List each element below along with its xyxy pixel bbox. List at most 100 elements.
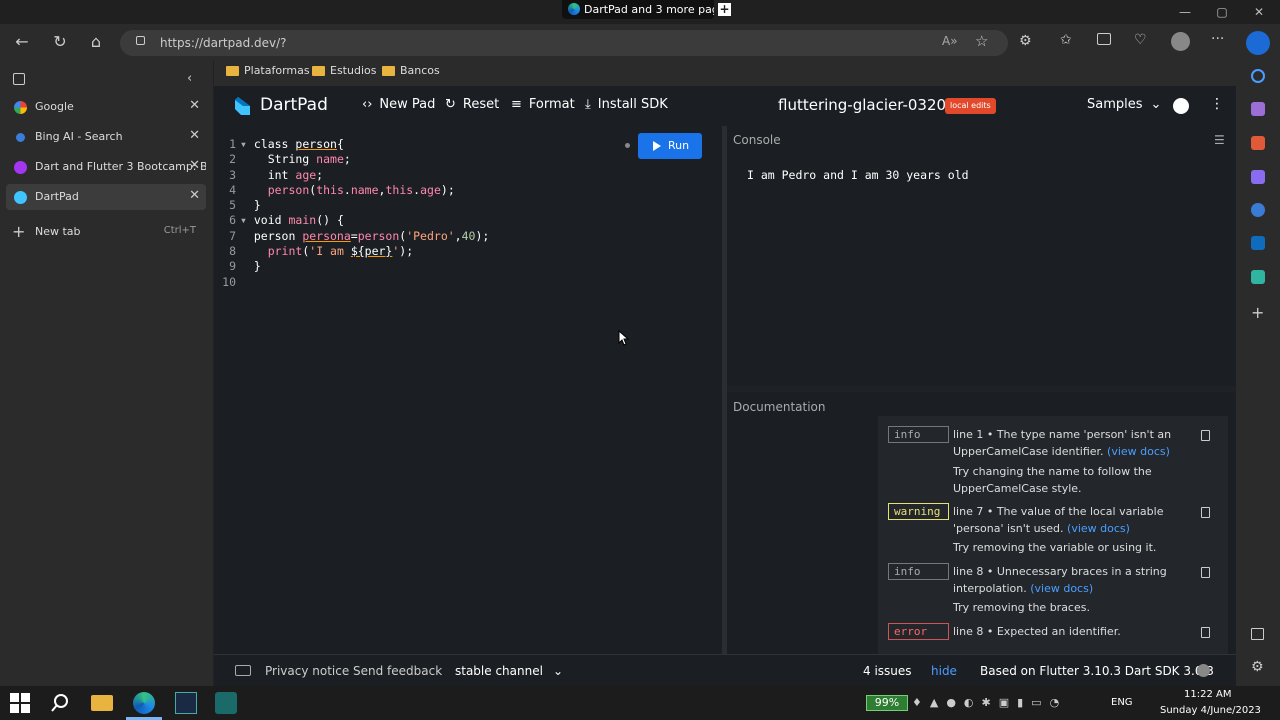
code-line[interactable]: 9 } xyxy=(218,259,261,274)
view-docs-link[interactable]: (view docs) xyxy=(1107,445,1170,458)
read-aloud-icon[interactable]: A» xyxy=(942,34,958,48)
outlook-icon[interactable] xyxy=(1251,236,1265,250)
format-button[interactable]: ≡ Format xyxy=(511,97,575,112)
dart-app-icon[interactable] xyxy=(215,692,237,714)
close-tab-icon[interactable]: ✕ xyxy=(189,98,200,113)
copy-icon[interactable] xyxy=(1201,507,1210,518)
issue-tag: info xyxy=(888,426,949,443)
github-icon[interactable] xyxy=(1173,98,1189,114)
code-line[interactable]: 3 int age; xyxy=(218,168,323,183)
url-text[interactable]: https://dartpad.dev/? xyxy=(160,36,287,50)
view-docs-link[interactable]: (view docs) xyxy=(1067,522,1130,535)
edge-icon xyxy=(568,3,580,15)
add-sidebar-app-icon[interactable]: + xyxy=(1251,303,1264,322)
shopping-icon[interactable] xyxy=(1251,102,1265,116)
privacy-notice-link[interactable]: Privacy notice xyxy=(265,664,349,678)
copy-icon[interactable] xyxy=(1201,627,1210,638)
close-tab-icon[interactable]: ✕ xyxy=(189,188,200,203)
tab-dartpad[interactable]: DartPad ✕ xyxy=(6,184,206,210)
reset-icon: ↻ xyxy=(445,97,456,112)
code-editor[interactable] xyxy=(214,126,722,654)
active-window-tab[interactable]: DartPad and 3 more pages ... xyxy=(562,0,714,19)
copy-icon[interactable] xyxy=(1201,567,1210,578)
minimize-button[interactable]: — xyxy=(1175,4,1195,20)
code-line[interactable]: 1 ▾ class person{ xyxy=(218,137,344,152)
settings-gear-icon[interactable]: ⚙ xyxy=(1251,659,1264,675)
info-icon[interactable] xyxy=(1197,664,1210,677)
search-icon xyxy=(16,133,25,142)
channel-dropdown[interactable]: stable channel ⌄ xyxy=(455,664,563,678)
tab-bing-ai[interactable]: Bing AI - Search ✕ xyxy=(6,124,206,150)
maximize-button[interactable]: ▢ xyxy=(1212,4,1232,20)
folder-icon xyxy=(226,66,239,76)
search-icon[interactable] xyxy=(1251,69,1265,83)
system-tray-icons[interactable]: ♦▲●◐✱▣▮▭◔ xyxy=(912,696,1092,710)
monitor-app-icon[interactable] xyxy=(175,692,197,714)
new-tab-item[interactable]: + New tab Ctrl+T xyxy=(6,219,206,245)
back-icon[interactable]: ← xyxy=(11,31,33,53)
games-icon[interactable] xyxy=(1251,170,1265,184)
code-line[interactable]: 8 print('I am ${per}'); xyxy=(218,244,413,259)
code-line[interactable]: 4 person(this.name,this.age); xyxy=(218,183,455,198)
sidebar-layout-icon[interactable] xyxy=(1251,628,1264,640)
clock-date[interactable]: Sunday 4/June/2023 xyxy=(1160,705,1261,716)
extensions-icon[interactable]: ⚙ xyxy=(1019,33,1032,49)
close-tab-icon[interactable]: ✕ xyxy=(189,128,200,143)
code-line[interactable]: 2 String name; xyxy=(218,152,351,167)
tab-actions-icon[interactable] xyxy=(13,73,25,85)
issue-fix: Try removing the braces. xyxy=(953,601,1090,614)
code-line[interactable]: 6 ▾ void main() { xyxy=(218,213,344,228)
copy-icon[interactable] xyxy=(1201,430,1210,441)
dart-icon xyxy=(14,191,27,204)
microsoft365-icon[interactable] xyxy=(1251,203,1265,217)
bookmark-estudios[interactable]: Estudios xyxy=(312,64,376,77)
performance-icon[interactable]: ♡ xyxy=(1134,32,1147,48)
console-output: I am Pedro and I am 30 years old xyxy=(747,168,969,182)
clock-time[interactable]: 11:22 AM xyxy=(1184,689,1231,700)
issue-fix: Try changing the name to follow the Uppe… xyxy=(953,465,1152,495)
reset-button[interactable]: ↻ Reset xyxy=(445,97,499,112)
favorites-icon[interactable]: ✩ xyxy=(1060,32,1072,48)
code-line[interactable]: 7 person persona=person('Pedro',40); xyxy=(218,229,489,244)
tools-icon[interactable] xyxy=(1251,136,1265,150)
run-button[interactable]: Run xyxy=(638,133,702,159)
dart-logo-icon xyxy=(235,97,250,115)
new-pad-button[interactable]: ‹› New Pad xyxy=(362,97,435,112)
lock-icon[interactable] xyxy=(136,36,145,45)
send-feedback-link[interactable]: Send feedback xyxy=(353,664,442,678)
search-icon[interactable] xyxy=(49,692,71,714)
install-sdk-button[interactable]: ⤓ Install SDK xyxy=(585,97,668,112)
windows-start-icon[interactable] xyxy=(9,692,31,714)
bookmark-plataformas[interactable]: Plataformas xyxy=(226,64,310,77)
bing-copilot-icon[interactable] xyxy=(1246,31,1270,55)
file-explorer-icon[interactable] xyxy=(91,695,113,711)
language-indicator[interactable]: ENG xyxy=(1111,697,1133,708)
console-panel xyxy=(727,126,1236,386)
keyboard-icon[interactable] xyxy=(235,665,251,676)
home-icon[interactable]: ⌂ xyxy=(85,31,107,53)
issue-tag: error xyxy=(888,623,949,640)
code-line[interactable]: 5 } xyxy=(218,198,261,213)
profile-avatar[interactable] xyxy=(1171,32,1190,51)
local-edits-badge: local edits xyxy=(945,98,996,114)
hide-issues-link[interactable]: hide xyxy=(931,664,957,678)
new-tab-button[interactable]: + xyxy=(718,3,731,16)
bookmark-bancos[interactable]: Bancos xyxy=(382,64,440,77)
favorite-star-icon[interactable]: ☆ xyxy=(975,32,988,50)
close-window-button[interactable]: ✕ xyxy=(1249,4,1269,20)
refresh-icon[interactable]: ↻ xyxy=(49,31,71,53)
collapse-panel-icon[interactable]: ‹ xyxy=(187,71,192,86)
tab-udemy[interactable]: Dart and Flutter 3 Bootcamp: Buil ✕ xyxy=(6,154,206,180)
code-line[interactable]: 10 xyxy=(218,275,240,290)
clear-console-icon[interactable]: ☰ xyxy=(1214,133,1225,147)
more-vert-icon[interactable]: ⋮ xyxy=(1210,96,1224,112)
view-docs-link[interactable]: (view docs) xyxy=(1030,582,1093,595)
collections-icon[interactable] xyxy=(1097,33,1111,45)
drop-icon[interactable] xyxy=(1251,270,1265,284)
tab-google[interactable]: Google ✕ xyxy=(6,94,206,120)
samples-dropdown[interactable]: Samples ⌄ xyxy=(1087,97,1161,112)
edge-taskbar-icon[interactable] xyxy=(133,692,155,714)
close-tab-icon[interactable]: ✕ xyxy=(189,158,200,173)
more-menu-icon[interactable]: ··· xyxy=(1211,31,1224,47)
battery-indicator[interactable]: 99% xyxy=(866,695,908,711)
